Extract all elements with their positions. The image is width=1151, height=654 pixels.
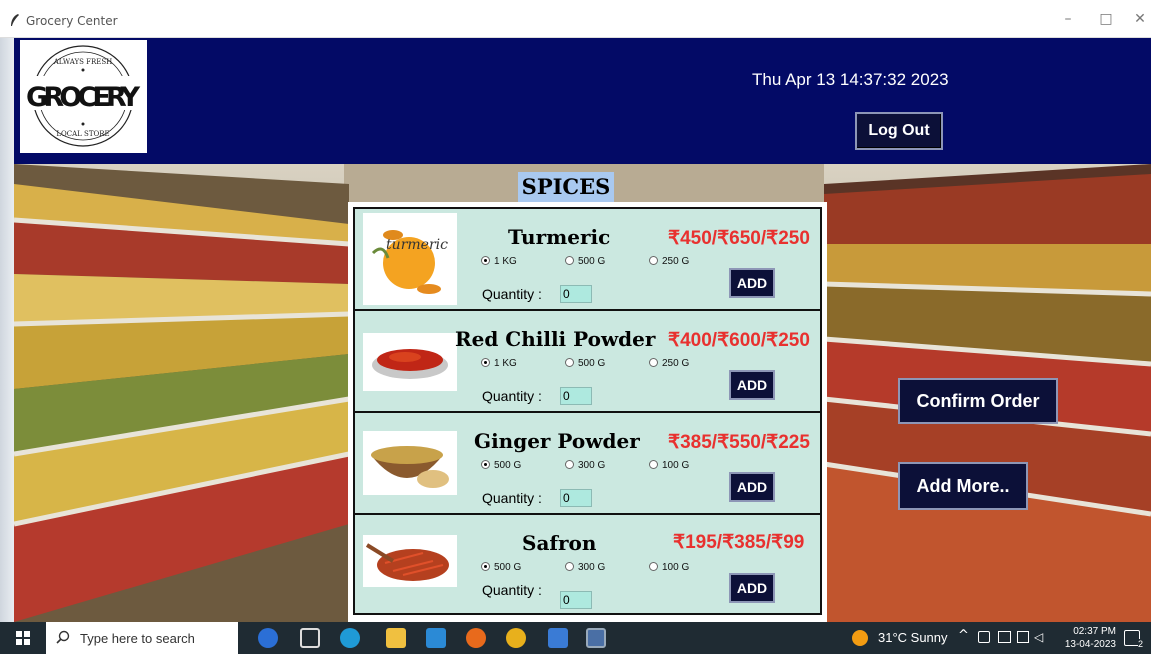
file-explorer-icon[interactable] bbox=[386, 628, 406, 648]
radio-icon[interactable] bbox=[649, 358, 658, 367]
grocery-logo: ALWAYS FRESH GROCERY LOCAL STORE bbox=[20, 40, 147, 153]
size-option-radio[interactable]: 1 KG bbox=[481, 358, 517, 369]
feather-app-icon bbox=[11, 14, 19, 26]
quantity-input[interactable]: 0 bbox=[560, 285, 592, 303]
weather-sun-icon bbox=[852, 630, 868, 646]
ginger-powder-image bbox=[363, 431, 457, 495]
window-left-border bbox=[0, 38, 14, 622]
clock-time: 02:37 PM bbox=[1073, 626, 1116, 637]
section-title: SPICES bbox=[518, 172, 614, 202]
tray-display-icon[interactable] bbox=[1017, 631, 1029, 643]
product-name: Safron bbox=[522, 531, 597, 555]
add-button[interactable]: ADD bbox=[729, 268, 775, 298]
window-title: Grocery Center bbox=[26, 14, 118, 28]
windows-start-icon[interactable] bbox=[16, 631, 30, 645]
size-option-radio[interactable]: 100 G bbox=[649, 460, 689, 471]
size-option-radio[interactable]: 1 KG bbox=[481, 256, 517, 267]
firefox-icon[interactable] bbox=[466, 628, 486, 648]
add-button[interactable]: ADD bbox=[729, 472, 775, 502]
svg-text:ALWAYS FRESH: ALWAYS FRESH bbox=[53, 58, 113, 66]
svg-text:GROCERY: GROCERY bbox=[26, 82, 140, 113]
close-button[interactable]: ✕ bbox=[1131, 10, 1149, 28]
radio-selected-icon[interactable] bbox=[481, 460, 490, 469]
quantity-input[interactable]: 0 bbox=[560, 387, 592, 405]
size-option-radio[interactable]: 100 G bbox=[649, 562, 689, 573]
windows-taskbar: Type here to search 31°C Sunny ^ ◁ 02:37… bbox=[0, 622, 1151, 654]
quantity-label: Quantity : bbox=[482, 490, 542, 506]
edge-browser-icon[interactable] bbox=[340, 628, 360, 648]
product-row: Ginger Powder ₹385/₹550/₹225 500 G 300 G… bbox=[355, 413, 820, 515]
radio-icon[interactable] bbox=[565, 562, 574, 571]
taskbar-search-box[interactable]: Type here to search bbox=[46, 622, 238, 654]
turmeric-image: turmeric bbox=[363, 213, 457, 305]
saffron-image bbox=[363, 535, 457, 587]
volume-muted-icon[interactable]: ◁ bbox=[1034, 630, 1043, 644]
quantity-input[interactable]: 0 bbox=[560, 489, 592, 507]
current-datetime: Thu Apr 13 14:37:32 2023 bbox=[752, 70, 949, 89]
maximize-button[interactable]: □ bbox=[1097, 10, 1115, 28]
product-price: ₹450/₹650/₹250 bbox=[668, 228, 810, 249]
spices-product-panel: turmeric Turmeric ₹450/₹650/₹250 1 KG 50… bbox=[353, 207, 822, 615]
minimize-button[interactable]: – bbox=[1059, 10, 1077, 28]
radio-icon[interactable] bbox=[565, 358, 574, 367]
svg-text:LOCAL STORE: LOCAL STORE bbox=[56, 130, 109, 138]
red-chilli-powder-image bbox=[363, 333, 457, 391]
clock-date: 13-04-2023 bbox=[1064, 639, 1116, 650]
radio-icon[interactable] bbox=[649, 460, 658, 469]
tray-chevron-up-icon[interactable]: ^ bbox=[958, 628, 969, 643]
notification-icon[interactable]: 2 bbox=[1124, 630, 1143, 649]
bing-icon[interactable] bbox=[258, 628, 278, 648]
weather-text: 31°C Sunny bbox=[878, 630, 948, 645]
grocery-logo-image: ALWAYS FRESH GROCERY LOCAL STORE bbox=[26, 45, 141, 147]
tray-app-icon[interactable] bbox=[978, 631, 990, 643]
app-header: ALWAYS FRESH GROCERY LOCAL STORE Thu Apr… bbox=[14, 38, 1151, 164]
product-price: ₹385/₹550/₹225 bbox=[668, 432, 810, 453]
quantity-input[interactable]: 0 bbox=[560, 591, 592, 609]
radio-icon[interactable] bbox=[649, 256, 658, 265]
quantity-label: Quantity : bbox=[482, 582, 542, 598]
task-view-icon[interactable] bbox=[300, 628, 320, 648]
radio-selected-icon[interactable] bbox=[481, 358, 490, 367]
svg-text:turmeric: turmeric bbox=[386, 237, 448, 253]
python-icon[interactable] bbox=[548, 628, 568, 648]
product-price: ₹400/₹600/₹250 bbox=[668, 330, 810, 351]
radio-selected-icon[interactable] bbox=[481, 562, 490, 571]
app-window-icon[interactable] bbox=[586, 628, 606, 648]
product-row: Safron ₹195/₹385/₹99 500 G 300 G 100 G Q… bbox=[355, 515, 820, 613]
logout-button[interactable]: Log Out bbox=[855, 112, 943, 150]
size-option-radio[interactable]: 250 G bbox=[649, 358, 689, 369]
radio-icon[interactable] bbox=[649, 562, 658, 571]
product-row: turmeric Turmeric ₹450/₹650/₹250 1 KG 50… bbox=[355, 209, 820, 311]
add-button[interactable]: ADD bbox=[729, 573, 775, 603]
chrome-icon[interactable] bbox=[506, 628, 526, 648]
size-option-radio[interactable]: 500 G bbox=[565, 256, 605, 267]
radio-selected-icon[interactable] bbox=[481, 256, 490, 265]
confirm-order-button[interactable]: Confirm Order bbox=[898, 378, 1058, 424]
store-icon[interactable] bbox=[426, 628, 446, 648]
size-option-radio[interactable]: 500 G bbox=[565, 358, 605, 369]
product-price: ₹195/₹385/₹99 bbox=[673, 532, 805, 553]
search-icon bbox=[56, 630, 70, 644]
size-option-radio[interactable]: 500 G bbox=[481, 460, 521, 471]
quantity-label: Quantity : bbox=[482, 286, 542, 302]
radio-icon[interactable] bbox=[565, 256, 574, 265]
notification-count: 2 bbox=[1137, 639, 1143, 649]
quantity-label: Quantity : bbox=[482, 388, 542, 404]
product-row: Red Chilli Powder ₹400/₹600/₹250 1 KG 50… bbox=[355, 311, 820, 413]
add-more-button[interactable]: Add More.. bbox=[898, 462, 1028, 510]
window-titlebar: Grocery Center – □ ✕ bbox=[0, 0, 1151, 38]
radio-icon[interactable] bbox=[565, 460, 574, 469]
add-button[interactable]: ADD bbox=[729, 370, 775, 400]
product-name: Red Chilli Powder bbox=[455, 327, 656, 351]
product-name: Ginger Powder bbox=[474, 429, 640, 453]
size-option-radio[interactable]: 250 G bbox=[649, 256, 689, 267]
size-option-radio[interactable]: 500 G bbox=[481, 562, 521, 573]
tray-network-icon[interactable] bbox=[998, 631, 1011, 643]
search-placeholder: Type here to search bbox=[80, 631, 195, 646]
size-option-radio[interactable]: 300 G bbox=[565, 460, 605, 471]
product-name: Turmeric bbox=[508, 225, 611, 249]
size-option-radio[interactable]: 300 G bbox=[565, 562, 605, 573]
taskbar-clock[interactable]: 02:37 PM 13-04-2023 bbox=[1046, 625, 1116, 651]
